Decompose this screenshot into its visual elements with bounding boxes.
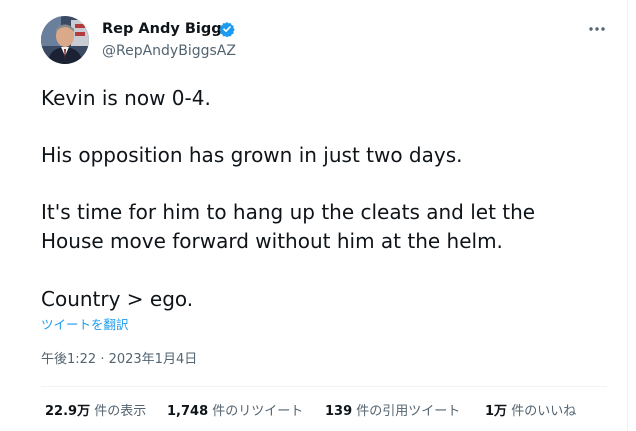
- stat-likes-count: 1万: [485, 404, 508, 419]
- tweet-text-line: His opposition has grown in just two day…: [41, 143, 463, 167]
- tweet-text-line: Country > ego.: [41, 287, 194, 311]
- avatar-image: [41, 16, 89, 64]
- tweet-timestamp[interactable]: 午後1:22 · 2023年1月4日: [41, 351, 197, 369]
- verified-badge-icon[interactable]: [219, 21, 235, 37]
- more-horizontal-icon[interactable]: [585, 20, 609, 38]
- tweet-text-line: House move forward without him at the he…: [41, 229, 503, 253]
- stat-views-label: 件の表示: [94, 404, 147, 419]
- tweet-text-line: It's time for him to hang up the cleats …: [41, 200, 536, 224]
- stat-views[interactable]: 22.9万 件の表示: [45, 403, 146, 421]
- stat-quote-tweets-count: 139: [325, 404, 353, 419]
- tweet-card: Rep Andy Biggs @RepAndyBiggsAZ Kevin is …: [0, 0, 628, 431]
- stat-likes-label: 件のいいね: [511, 404, 577, 419]
- stats-divider: [41, 386, 607, 387]
- author-display-name[interactable]: Rep Andy Biggs: [102, 20, 230, 38]
- stat-retweets-count: 1,748: [167, 404, 209, 419]
- stat-quote-tweets[interactable]: 139 件の引用ツイート: [325, 403, 460, 421]
- stat-likes[interactable]: 1万 件のいいね: [485, 403, 576, 421]
- stat-retweets-label: 件のリツイート: [212, 404, 304, 419]
- author-avatar[interactable]: [41, 16, 89, 64]
- tweet-text-line: Kevin is now 0-4.: [41, 86, 211, 110]
- author-handle[interactable]: @RepAndyBiggsAZ: [102, 42, 236, 60]
- translate-tweet-link[interactable]: ツイートを翻訳: [41, 317, 129, 333]
- stat-quote-tweets-label: 件の引用ツイート: [356, 404, 461, 419]
- stat-views-count: 22.9万: [45, 404, 91, 419]
- stat-retweets[interactable]: 1,748 件のリツイート: [167, 403, 303, 421]
